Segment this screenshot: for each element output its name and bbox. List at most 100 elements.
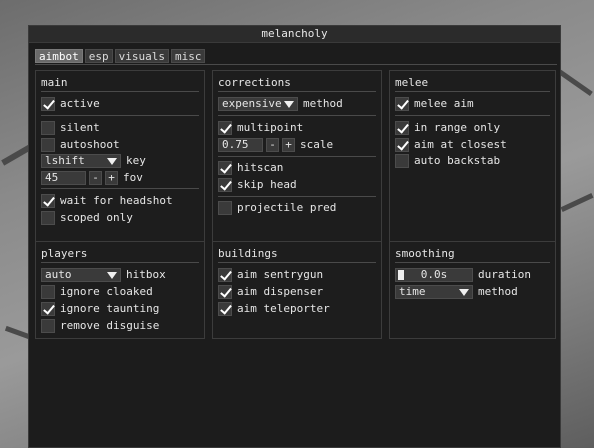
row-aim-at-closest[interactable]: aim at closest — [395, 137, 507, 152]
scoped-only-checkbox[interactable] — [41, 210, 55, 225]
row-ignore-cloaked[interactable]: ignore cloaked — [41, 284, 153, 299]
row-multipoint[interactable]: multipoint — [218, 120, 303, 135]
fov-decrement-button[interactable]: - — [89, 170, 102, 185]
row-active[interactable]: active — [41, 96, 100, 111]
fov-input[interactable]: 45 — [41, 170, 86, 185]
ignore-cloaked-label: ignore cloaked — [60, 285, 153, 298]
row-aim-sentrygun[interactable]: aim sentrygun — [218, 267, 323, 282]
cheat-menu-window: melancholy aimbot esp visuals misc main … — [28, 25, 561, 448]
group-main: main active silent autoshoot lshift key … — [35, 70, 205, 259]
key-value: lshift — [45, 154, 85, 167]
hitscan-label: hitscan — [237, 161, 284, 174]
scale-input[interactable]: 0.75 — [218, 137, 263, 152]
divider — [218, 115, 376, 116]
divider — [41, 91, 199, 92]
divider — [218, 262, 376, 263]
row-hitscan[interactable]: hitscan — [218, 160, 283, 175]
autoshoot-checkbox[interactable] — [41, 137, 55, 152]
slider-grab-handle[interactable] — [398, 269, 404, 280]
row-auto-backstab[interactable]: auto backstab — [395, 153, 500, 168]
aim-dispenser-checkbox[interactable] — [218, 284, 232, 299]
skip-head-checkbox[interactable] — [218, 177, 232, 192]
row-fov: 45 - + fov — [41, 170, 143, 185]
wait-for-headshot-checkbox[interactable] — [41, 193, 55, 208]
duration-slider[interactable]: 0.0s — [395, 267, 473, 282]
divider — [41, 115, 199, 116]
aim-teleporter-checkbox[interactable] — [218, 301, 232, 316]
divider — [395, 91, 550, 92]
duration-value: 0.0s — [420, 267, 448, 281]
auto-backstab-checkbox[interactable] — [395, 153, 409, 168]
background-beam — [4, 325, 31, 340]
active-checkbox[interactable] — [41, 96, 55, 111]
divider — [218, 156, 376, 157]
tab-aimbot[interactable]: aimbot — [35, 49, 83, 63]
chevron-down-icon — [284, 100, 294, 108]
divider — [395, 115, 550, 116]
tab-divider — [35, 64, 557, 65]
hitbox-value: auto — [45, 268, 72, 281]
fov-increment-button[interactable]: + — [105, 170, 118, 185]
tab-bar: aimbot esp visuals misc — [35, 49, 206, 63]
row-hitbox: auto hitbox — [41, 267, 166, 282]
tab-esp[interactable]: esp — [84, 49, 113, 63]
multipoint-checkbox[interactable] — [218, 120, 232, 135]
autoshoot-label: autoshoot — [60, 138, 120, 151]
group-buildings: buildings aim sentrygun aim dispenser ai… — [212, 241, 382, 339]
row-key: lshift key — [41, 153, 146, 168]
scale-increment-button[interactable]: + — [282, 137, 295, 152]
wait-for-headshot-label: wait for headshot — [60, 194, 173, 207]
melee-aim-label: melee aim — [414, 97, 474, 110]
row-aim-teleporter[interactable]: aim teleporter — [218, 301, 330, 316]
row-ignore-taunting[interactable]: ignore taunting — [41, 301, 159, 316]
active-label: active — [60, 97, 100, 110]
projectile-pred-checkbox[interactable] — [218, 200, 232, 215]
group-smoothing: smoothing 0.0s duration time method — [389, 241, 556, 339]
row-in-range-only[interactable]: in range only — [395, 120, 500, 135]
chevron-down-icon — [107, 157, 117, 165]
row-wait-for-headshot[interactable]: wait for headshot — [41, 193, 173, 208]
ignore-taunting-label: ignore taunting — [60, 302, 160, 315]
scale-label: scale — [300, 138, 334, 151]
ignore-taunting-checkbox[interactable] — [41, 301, 55, 316]
row-skip-head[interactable]: skip head — [218, 177, 297, 192]
duration-label: duration — [478, 268, 531, 281]
aim-sentrygun-checkbox[interactable] — [218, 267, 232, 282]
row-silent[interactable]: silent — [41, 120, 100, 135]
row-duration: 0.0s duration — [395, 267, 531, 282]
group-title: melee — [395, 76, 429, 89]
tab-misc[interactable]: misc — [170, 49, 206, 63]
fov-label: fov — [123, 171, 143, 184]
silent-checkbox[interactable] — [41, 120, 55, 135]
smoothing-method-select[interactable]: time — [395, 284, 473, 299]
in-range-only-checkbox[interactable] — [395, 120, 409, 135]
remove-disguise-label: remove disguise — [60, 319, 160, 332]
group-title: corrections — [218, 76, 291, 89]
group-title: main — [41, 76, 68, 89]
silent-label: silent — [60, 121, 100, 134]
divider — [218, 91, 376, 92]
row-aim-dispenser[interactable]: aim dispenser — [218, 284, 323, 299]
group-title: players — [41, 247, 88, 260]
melee-aim-checkbox[interactable] — [395, 96, 409, 111]
in-range-only-label: in range only — [414, 121, 501, 134]
aim-at-closest-checkbox[interactable] — [395, 137, 409, 152]
multipoint-label: multipoint — [237, 121, 304, 134]
remove-disguise-checkbox[interactable] — [41, 318, 55, 333]
row-autoshoot[interactable]: autoshoot — [41, 137, 120, 152]
row-projectile-pred[interactable]: projectile pred — [218, 200, 336, 215]
ignore-cloaked-checkbox[interactable] — [41, 284, 55, 299]
row-melee-aim[interactable]: melee aim — [395, 96, 474, 111]
aim-at-closest-label: aim at closest — [414, 138, 507, 151]
hitscan-checkbox[interactable] — [218, 160, 232, 175]
hitbox-select[interactable]: auto — [41, 267, 121, 282]
background-beam — [560, 193, 594, 212]
key-select[interactable]: lshift — [41, 153, 121, 168]
correction-method-select[interactable]: expensive — [218, 96, 298, 111]
divider — [41, 262, 199, 263]
row-scoped-only[interactable]: scoped only — [41, 210, 133, 225]
tab-visuals[interactable]: visuals — [114, 49, 169, 63]
group-title: buildings — [218, 247, 278, 260]
scale-decrement-button[interactable]: - — [266, 137, 279, 152]
row-remove-disguise[interactable]: remove disguise — [41, 318, 159, 333]
